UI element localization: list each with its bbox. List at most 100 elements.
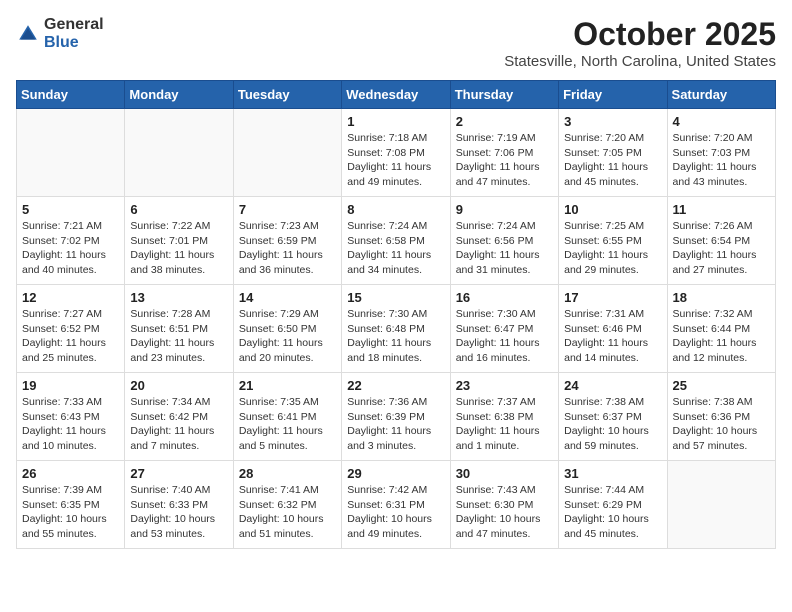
day-number: 1 <box>347 114 444 129</box>
logo-general: General <box>44 16 104 34</box>
day-info: Sunrise: 7:35 AM Sunset: 6:41 PM Dayligh… <box>239 395 336 454</box>
table-row: 29 Sunrise: 7:42 AM Sunset: 6:31 PM Dayli… <box>342 461 450 549</box>
day-info: Sunrise: 7:27 AM Sunset: 6:52 PM Dayligh… <box>22 307 119 366</box>
table-row: 15Sunrise: 7:30 AM Sunset: 6:48 PM Dayli… <box>342 285 450 373</box>
table-row: 16 Sunrise: 7:30 AM Sunset: 6:47 PM Dayli… <box>450 285 558 373</box>
table-row <box>17 109 125 197</box>
table-row: 30Sunrise: 7:43 AM Sunset: 6:30 PM Dayli… <box>450 461 558 549</box>
table-row: 27 Sunrise: 7:40 AM Sunset: 6:33 PM Dayli… <box>125 461 233 549</box>
day-info: Sunrise: 7:36 AM Sunset: 6:39 PM Dayligh… <box>347 395 444 454</box>
table-row: 4 Sunrise: 7:20 AM Sunset: 7:03 PM Daylig… <box>667 109 775 197</box>
col-thursday: Thursday <box>450 81 558 109</box>
day-number: 19 <box>22 378 119 393</box>
day-info: Sunrise: 7:20 AM Sunset: 7:03 PM Dayligh… <box>673 131 770 190</box>
col-monday: Monday <box>125 81 233 109</box>
logo-blue: Blue <box>44 34 104 52</box>
table-row: 6 Sunrise: 7:22 AM Sunset: 7:01 PM Daylig… <box>125 197 233 285</box>
day-number: 22 <box>347 378 444 393</box>
day-info: Sunrise: 7:29 AM Sunset: 6:50 PM Dayligh… <box>239 307 336 366</box>
day-number: 20 <box>130 378 227 393</box>
day-info: Sunrise: 7:32 AM Sunset: 6:44 PM Dayligh… <box>673 307 770 366</box>
day-number: 28 <box>239 466 336 481</box>
day-info: Sunrise: 7:26 AM Sunset: 6:54 PM Dayligh… <box>673 219 770 278</box>
day-number: 9 <box>456 202 553 217</box>
day-info: Sunrise: 7:20 AM Sunset: 7:05 PM Dayligh… <box>564 131 661 190</box>
day-number: 11 <box>673 202 770 217</box>
day-info: Sunrise: 7:38 AM Sunset: 6:37 PM Dayligh… <box>564 395 661 454</box>
table-row: 26 Sunrise: 7:39 AM Sunset: 6:35 PM Dayli… <box>17 461 125 549</box>
day-number: 13 <box>130 290 227 305</box>
day-number: 16 <box>456 290 553 305</box>
day-number: 4 <box>673 114 770 129</box>
day-info: Sunrise: 7:22 AM Sunset: 7:01 PM Dayligh… <box>130 219 227 278</box>
day-info: Sunrise: 7:18 AM Sunset: 7:08 PM Dayligh… <box>347 131 444 190</box>
table-row: 22 Sunrise: 7:36 AM Sunset: 6:39 PM Dayli… <box>342 373 450 461</box>
day-number: 29 <box>347 466 444 481</box>
page-header: General Blue October 2025 Statesville, N… <box>16 16 776 70</box>
day-number: 27 <box>130 466 227 481</box>
table-row: 7 Sunrise: 7:23 AM Sunset: 6:59 PM Daylig… <box>233 197 341 285</box>
col-tuesday: Tuesday <box>233 81 341 109</box>
calendar-header: Sunday Monday Tuesday Wednesday Thursday… <box>17 81 776 109</box>
table-row: 13 Sunrise: 7:28 AM Sunset: 6:51 PM Dayli… <box>125 285 233 373</box>
table-row: 28 Sunrise: 7:41 AM Sunset: 6:32 PM Dayli… <box>233 461 341 549</box>
col-wednesday: Wednesday <box>342 81 450 109</box>
header-row: Sunday Monday Tuesday Wednesday Thursday… <box>17 81 776 109</box>
day-number: 17 <box>564 290 661 305</box>
day-number: 12 <box>22 290 119 305</box>
table-row: 5 Sunrise: 7:21 AM Sunset: 7:02 PM Daylig… <box>17 197 125 285</box>
day-number: 18 <box>673 290 770 305</box>
calendar-week-4: 19 Sunrise: 7:33 AM Sunset: 6:43 PM Dayli… <box>17 373 776 461</box>
calendar-week-1: 1 Sunrise: 7:18 AM Sunset: 7:08 PM Daylig… <box>17 109 776 197</box>
calendar-table: Sunday Monday Tuesday Wednesday Thursday… <box>16 80 776 549</box>
day-info: Sunrise: 7:25 AM Sunset: 6:55 PM Dayligh… <box>564 219 661 278</box>
day-info: Sunrise: 7:23 AM Sunset: 6:59 PM Dayligh… <box>239 219 336 278</box>
title-block: October 2025 Statesville, North Carolina… <box>504 16 776 70</box>
table-row: 1 Sunrise: 7:18 AM Sunset: 7:08 PM Daylig… <box>342 109 450 197</box>
calendar-week-3: 12 Sunrise: 7:27 AM Sunset: 6:52 PM Dayli… <box>17 285 776 373</box>
table-row: 17 Sunrise: 7:31 AM Sunset: 6:46 PM Dayli… <box>559 285 667 373</box>
day-number: 26 <box>22 466 119 481</box>
day-info: Sunrise: 7:42 AM Sunset: 6:31 PM Dayligh… <box>347 483 444 542</box>
day-info: Sunrise: 7:41 AM Sunset: 6:32 PM Dayligh… <box>239 483 336 542</box>
calendar-week-2: 5 Sunrise: 7:21 AM Sunset: 7:02 PM Daylig… <box>17 197 776 285</box>
table-row: 2 Sunrise: 7:19 AM Sunset: 7:06 PM Daylig… <box>450 109 558 197</box>
logo-icon <box>16 22 40 46</box>
day-number: 7 <box>239 202 336 217</box>
day-info: Sunrise: 7:21 AM Sunset: 7:02 PM Dayligh… <box>22 219 119 278</box>
day-info: Sunrise: 7:30 AM Sunset: 6:47 PM Dayligh… <box>456 307 553 366</box>
table-row <box>125 109 233 197</box>
day-info: Sunrise: 7:28 AM Sunset: 6:51 PM Dayligh… <box>130 307 227 366</box>
day-info: Sunrise: 7:34 AM Sunset: 6:42 PM Dayligh… <box>130 395 227 454</box>
logo-text: General Blue <box>44 16 104 51</box>
day-info: Sunrise: 7:33 AM Sunset: 6:43 PM Dayligh… <box>22 395 119 454</box>
day-number: 21 <box>239 378 336 393</box>
table-row: 19 Sunrise: 7:33 AM Sunset: 6:43 PM Dayli… <box>17 373 125 461</box>
day-info: Sunrise: 7:24 AM Sunset: 6:58 PM Dayligh… <box>347 219 444 278</box>
table-row: 21 Sunrise: 7:35 AM Sunset: 6:41 PM Dayli… <box>233 373 341 461</box>
table-row: 8Sunrise: 7:24 AM Sunset: 6:58 PM Daylig… <box>342 197 450 285</box>
day-number: 14 <box>239 290 336 305</box>
day-info: Sunrise: 7:39 AM Sunset: 6:35 PM Dayligh… <box>22 483 119 542</box>
table-row: 18 Sunrise: 7:32 AM Sunset: 6:44 PM Dayli… <box>667 285 775 373</box>
table-row: 10Sunrise: 7:25 AM Sunset: 6:55 PM Dayli… <box>559 197 667 285</box>
col-friday: Friday <box>559 81 667 109</box>
table-row: 3Sunrise: 7:20 AM Sunset: 7:05 PM Daylig… <box>559 109 667 197</box>
calendar-title: October 2025 <box>504 16 776 53</box>
day-number: 2 <box>456 114 553 129</box>
day-info: Sunrise: 7:40 AM Sunset: 6:33 PM Dayligh… <box>130 483 227 542</box>
day-info: Sunrise: 7:31 AM Sunset: 6:46 PM Dayligh… <box>564 307 661 366</box>
table-row: 31Sunrise: 7:44 AM Sunset: 6:29 PM Dayli… <box>559 461 667 549</box>
calendar-body: 1 Sunrise: 7:18 AM Sunset: 7:08 PM Daylig… <box>17 109 776 549</box>
day-number: 6 <box>130 202 227 217</box>
day-info: Sunrise: 7:37 AM Sunset: 6:38 PM Dayligh… <box>456 395 553 454</box>
table-row: 12 Sunrise: 7:27 AM Sunset: 6:52 PM Dayli… <box>17 285 125 373</box>
day-number: 5 <box>22 202 119 217</box>
table-row: 14 Sunrise: 7:29 AM Sunset: 6:50 PM Dayli… <box>233 285 341 373</box>
table-row: 11 Sunrise: 7:26 AM Sunset: 6:54 PM Dayli… <box>667 197 775 285</box>
day-info: Sunrise: 7:19 AM Sunset: 7:06 PM Dayligh… <box>456 131 553 190</box>
day-info: Sunrise: 7:44 AM Sunset: 6:29 PM Dayligh… <box>564 483 661 542</box>
table-row: 20 Sunrise: 7:34 AM Sunset: 6:42 PM Dayli… <box>125 373 233 461</box>
table-row: 23Sunrise: 7:37 AM Sunset: 6:38 PM Dayli… <box>450 373 558 461</box>
day-info: Sunrise: 7:30 AM Sunset: 6:48 PM Dayligh… <box>347 307 444 366</box>
